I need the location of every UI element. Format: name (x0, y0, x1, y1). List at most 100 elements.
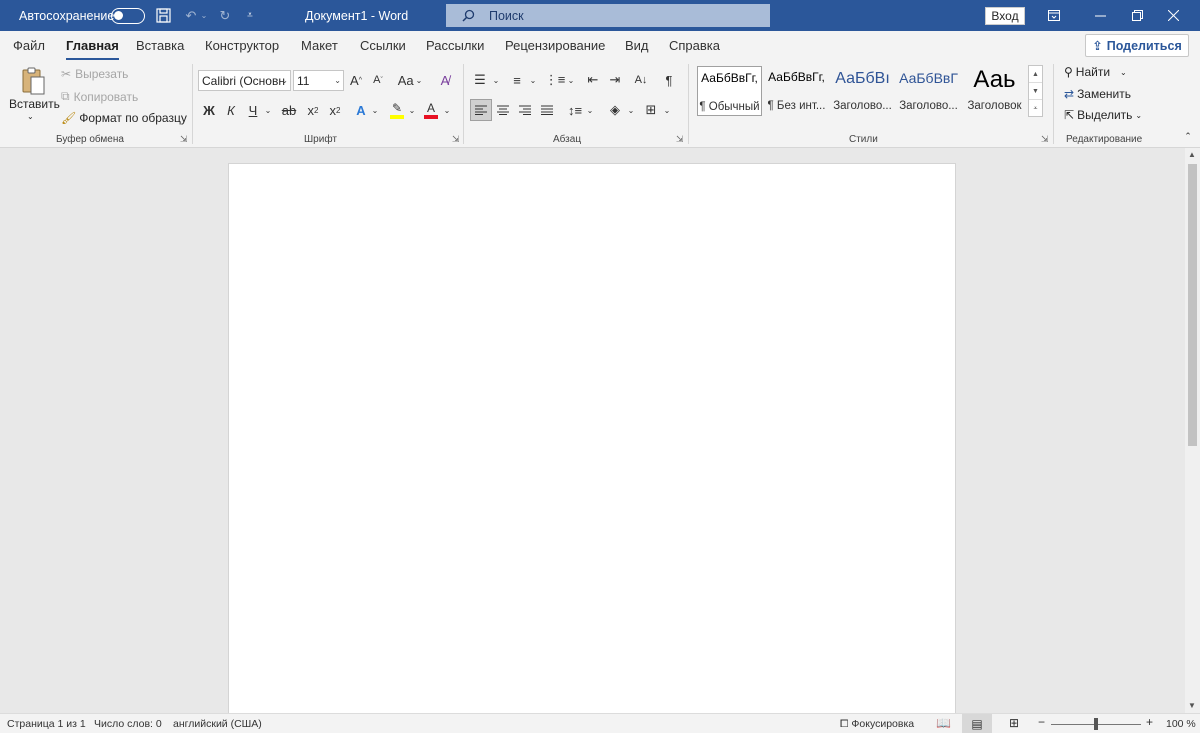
tab-home[interactable]: Главная (66, 38, 119, 61)
paste-dropdown-icon[interactable]: ⌄ (27, 112, 34, 121)
language-indicator[interactable]: английский (США) (173, 718, 262, 730)
select-button[interactable]: ⇱ Выделить ⌄ (1064, 108, 1142, 122)
undo-dropdown-icon[interactable]: ⌄ (199, 0, 209, 31)
align-left-icon[interactable] (470, 99, 492, 121)
save-icon[interactable] (153, 0, 173, 31)
customize-toolbar-icon[interactable]: ⩡ (240, 0, 260, 31)
text-effects-icon[interactable]: A (352, 100, 370, 120)
line-spacing-icon[interactable]: ↕≡ (566, 100, 584, 120)
borders-dropdown-icon[interactable]: ⌄ (662, 100, 672, 120)
close-icon[interactable] (1150, 0, 1196, 31)
highlight-color-icon[interactable]: ✎ (388, 98, 406, 122)
increase-indent-icon[interactable]: ⇥ (606, 70, 624, 90)
align-center-icon[interactable] (494, 100, 512, 120)
vertical-scrollbar[interactable]: ▲ ▼ (1185, 148, 1200, 713)
tab-references[interactable]: Ссылки (360, 38, 406, 53)
print-layout-icon[interactable]: ▤ (962, 714, 992, 733)
tab-view[interactable]: Вид (625, 38, 649, 53)
numbering-icon[interactable]: ≡ (508, 70, 526, 90)
font-dialog-launcher-icon[interactable]: ⇲ (452, 134, 460, 145)
undo-icon[interactable]: ↶ (181, 0, 201, 31)
tab-help[interactable]: Справка (669, 38, 720, 53)
chevron-down-icon[interactable]: ▼ (1029, 83, 1042, 100)
search-box[interactable]: Поиск (446, 4, 770, 27)
paste-label[interactable]: Вставить (9, 97, 60, 111)
styles-gallery-scroll[interactable]: ▲ ▼ ⩡ (1028, 65, 1043, 117)
page-count[interactable]: Страница 1 из 1 (7, 718, 86, 730)
autosave-toggle[interactable] (111, 0, 145, 31)
scroll-down-icon[interactable]: ▼ (1188, 701, 1196, 710)
cut-button[interactable]: ✂ Вырезать (61, 67, 128, 81)
style-title[interactable]: Ааь Заголовок (962, 66, 1027, 116)
tab-review[interactable]: Рецензирование (505, 38, 605, 53)
underline-dropdown-icon[interactable]: ⌄ (263, 100, 273, 120)
signin-button[interactable]: Вход (985, 7, 1025, 25)
replace-button[interactable]: ⇄ Заменить (1064, 87, 1131, 101)
copy-button[interactable]: ⧉ Копировать (61, 89, 138, 104)
web-layout-icon[interactable]: ⊞ (1009, 716, 1019, 730)
highlight-dropdown-icon[interactable]: ⌄ (407, 100, 417, 120)
multilevel-dropdown-icon[interactable]: ⌄ (566, 70, 576, 90)
style-no-spacing[interactable]: АаБбВвГг, ¶ Без инт... (764, 66, 829, 116)
redo-icon[interactable]: ↻ (215, 0, 235, 31)
clipboard-dialog-launcher-icon[interactable]: ⇲ (180, 134, 188, 145)
style-heading-1[interactable]: АаБбВı Заголово... (830, 66, 895, 116)
collapse-ribbon-icon[interactable]: ⌃ (1182, 130, 1194, 142)
focus-mode-button[interactable]: ⧠ Фокусировка (840, 718, 914, 731)
shrink-font-icon[interactable]: Aˇ (369, 70, 387, 90)
font-name-combo[interactable]: Calibri (Основн ⌄ (198, 70, 291, 91)
styles-dialog-launcher-icon[interactable]: ⇲ (1041, 134, 1049, 145)
text-effects-dropdown-icon[interactable]: ⌄ (370, 100, 380, 120)
superscript-icon[interactable]: x2 (326, 100, 344, 120)
read-mode-icon[interactable]: 📖 (936, 716, 951, 730)
find-button[interactable]: ⚲ Найти ⌄ (1064, 65, 1127, 79)
tab-design[interactable]: Конструктор (205, 38, 279, 53)
show-formatting-marks-icon[interactable]: ¶ (660, 70, 678, 90)
shading-dropdown-icon[interactable]: ⌄ (626, 100, 636, 120)
clipboard-paste-icon[interactable] (18, 65, 48, 97)
justify-icon[interactable] (538, 100, 556, 120)
style-heading-2[interactable]: АаБбВвГ Заголово... (896, 66, 961, 116)
style-normal[interactable]: АаБбВвГг, ¶ Обычный (697, 66, 762, 116)
document-page[interactable] (228, 163, 956, 723)
bullets-icon[interactable]: ☰ (471, 70, 489, 90)
paragraph-dialog-launcher-icon[interactable]: ⇲ (676, 134, 684, 145)
change-case-button[interactable]: Aa ⌄ (396, 70, 424, 90)
strikethrough-icon[interactable]: ab (280, 100, 298, 120)
clear-formatting-icon[interactable]: A̸ (436, 70, 454, 90)
underline-button[interactable]: Ч (244, 100, 262, 120)
align-right-icon[interactable] (516, 100, 534, 120)
zoom-level[interactable]: 100 % (1166, 718, 1196, 730)
scroll-up-icon[interactable]: ▲ (1188, 150, 1196, 159)
grow-font-icon[interactable]: A ^ (347, 70, 365, 90)
zoom-in-icon[interactable]: + (1146, 715, 1153, 729)
tab-layout[interactable]: Макет (301, 38, 338, 53)
format-painter-button[interactable]: 🖌 Формат по образцу (61, 111, 187, 125)
font-color-icon[interactable]: A (422, 98, 440, 122)
line-spacing-dropdown-icon[interactable]: ⌄ (585, 100, 595, 120)
decrease-indent-icon[interactable]: ⇤ (584, 70, 602, 90)
font-color-dropdown-icon[interactable]: ⌄ (442, 100, 452, 120)
bold-button[interactable]: Ж (200, 100, 218, 120)
subscript-icon[interactable]: x2 (304, 100, 322, 120)
more-styles-icon[interactable]: ⩡ (1029, 100, 1042, 117)
borders-icon[interactable]: ⊞ (642, 100, 660, 120)
ribbon-display-options-icon[interactable] (1031, 0, 1077, 31)
zoom-out-icon[interactable]: − (1038, 715, 1045, 729)
tab-mailings[interactable]: Рассылки (426, 38, 484, 53)
tab-insert[interactable]: Вставка (136, 38, 184, 53)
font-size-combo[interactable]: 11 ⌄ (293, 70, 344, 91)
share-button[interactable]: ⇪ Поделиться (1085, 34, 1189, 57)
zoom-slider-thumb[interactable] (1094, 718, 1098, 730)
word-count[interactable]: Число слов: 0 (94, 718, 162, 730)
shading-icon[interactable]: ◈ (606, 100, 624, 120)
italic-button[interactable]: К (222, 100, 240, 120)
numbering-dropdown-icon[interactable]: ⌄ (528, 70, 538, 90)
tab-file[interactable]: Файл (13, 38, 45, 53)
chevron-up-icon[interactable]: ▲ (1029, 66, 1042, 83)
multilevel-list-icon[interactable]: ⋮≡ (545, 70, 566, 90)
sort-icon[interactable]: A↓ (632, 70, 650, 90)
bullets-dropdown-icon[interactable]: ⌄ (491, 70, 501, 90)
style-name: Заголово... (899, 100, 958, 112)
scroll-thumb[interactable] (1188, 164, 1197, 446)
